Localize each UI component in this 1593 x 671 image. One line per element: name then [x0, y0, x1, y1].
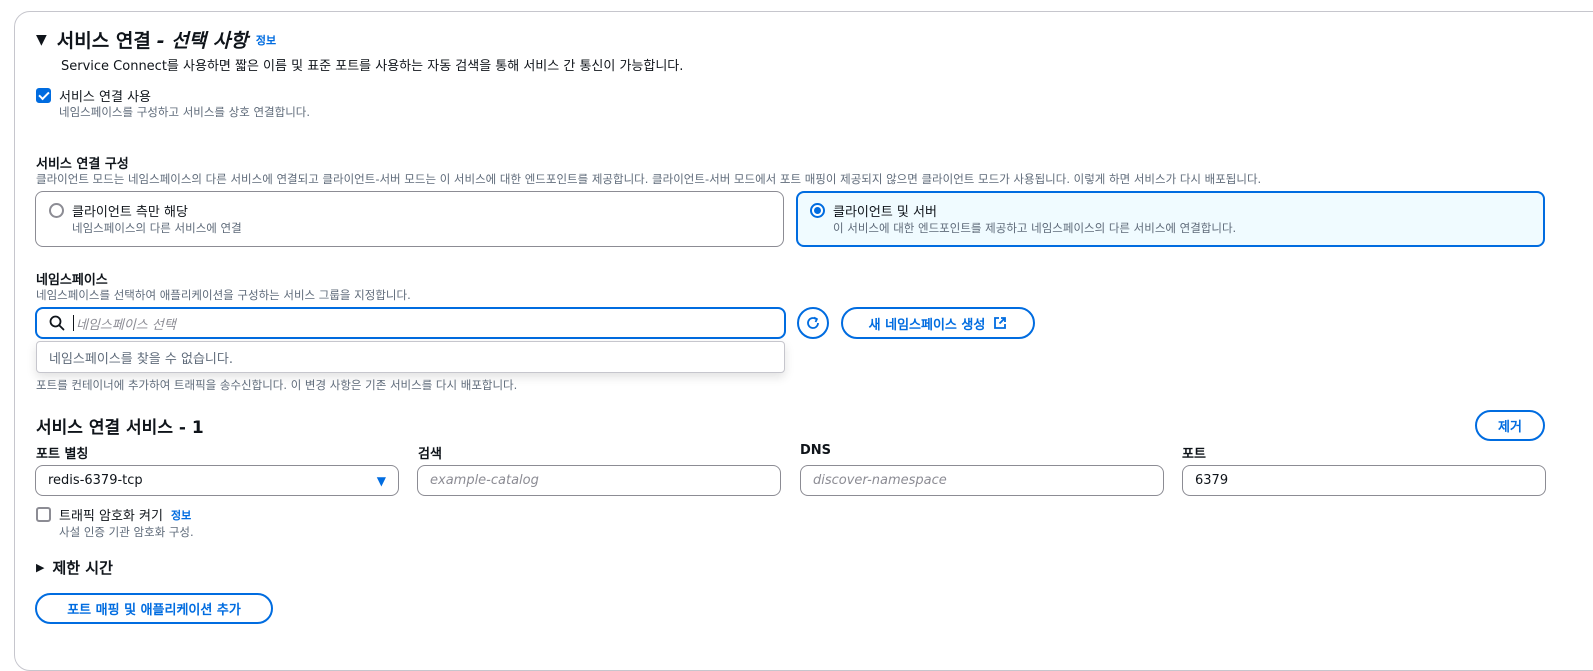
namespace-description: 네임스페이스를 선택하여 애플리케이션을 구성하는 서비스 그룹을 지정합니다.: [36, 288, 411, 302]
search-icon: [49, 315, 65, 331]
namespace-search-input[interactable]: 네임스페이스 선택: [35, 307, 786, 339]
namespace-dropdown-empty: 네임스페이스를 찾을 수 없습니다.: [36, 341, 785, 373]
section-header[interactable]: ▼ 서비스 연결 - 선택 사항 정보: [36, 26, 276, 53]
add-port-mapping-button[interactable]: 포트 매핑 및 애플리케이션 추가: [35, 593, 273, 624]
caret-down-icon: ▼: [376, 473, 386, 488]
config-option-client-server[interactable]: 클라이언트 및 서버 이 서비스에 대한 엔드포인트를 제공하고 네임스페이스의…: [796, 191, 1545, 247]
client-only-radio[interactable]: [49, 203, 64, 218]
tls-label-row: 트래픽 암호화 켜기 정보: [59, 505, 191, 525]
use-service-connect-label: 서비스 연결 사용: [59, 90, 151, 105]
create-namespace-label: 새 네임스페이스 생성: [868, 317, 986, 333]
section-title: 서비스 연결: [56, 30, 151, 52]
timeout-label: 제한 시간: [52, 559, 113, 577]
discovery-input[interactable]: example-catalog: [417, 465, 781, 496]
client-server-radio[interactable]: [810, 203, 825, 218]
discovery-label: 검색: [418, 447, 442, 462]
text-cursor: [73, 315, 74, 331]
caret-right-icon: ▶: [36, 561, 45, 574]
client-only-description: 네임스페이스의 다른 서비스에 연결: [72, 221, 242, 235]
refresh-icon: [807, 316, 819, 329]
info-link[interactable]: 정보: [256, 32, 276, 48]
config-option-client[interactable]: 클라이언트 측만 해당 네임스페이스의 다른 서비스에 연결: [35, 191, 784, 247]
dns-input[interactable]: discover-namespace: [800, 465, 1164, 496]
client-server-label: 클라이언트 및 서버: [833, 205, 937, 220]
create-namespace-button[interactable]: 새 네임스페이스 생성: [841, 307, 1035, 339]
refresh-button[interactable]: [797, 307, 829, 339]
section-title-optional: - 선택 사항: [156, 30, 248, 52]
config-description: 클라이언트 모드는 네임스페이스의 다른 서비스에 연결되고 클라이언트-서버 …: [36, 172, 1262, 186]
port-label: 포트: [1182, 447, 1206, 462]
port-alias-value: redis-6379-tcp: [48, 473, 143, 488]
dns-placeholder: discover-namespace: [813, 473, 947, 488]
tls-checkbox[interactable]: [36, 507, 51, 522]
tls-info-link[interactable]: 정보: [171, 507, 191, 523]
tls-label: 트래픽 암호화 켜기: [59, 509, 163, 524]
caret-down-icon[interactable]: ▼: [36, 32, 47, 48]
discovery-placeholder: example-catalog: [430, 473, 539, 488]
port-input[interactable]: 6379: [1182, 465, 1546, 496]
client-only-label: 클라이언트 측만 해당: [72, 205, 188, 220]
use-service-connect-description: 네임스페이스를 구성하고 서비스를 상호 연결합니다.: [59, 105, 311, 119]
timeout-expander[interactable]: ▶ 제한 시간: [36, 557, 113, 578]
port-alias-label: 포트 별칭: [36, 447, 89, 462]
section-description: Service Connect를 사용하면 짧은 이름 및 표준 포트를 사용하…: [61, 59, 684, 74]
use-service-connect-checkbox[interactable]: [36, 88, 51, 103]
port-alias-select[interactable]: redis-6379-tcp ▼: [35, 465, 399, 496]
port-mapping-note: 포트를 컨테이너에 추가하여 트래픽을 송수신합니다. 이 변경 사항은 기존 …: [36, 378, 518, 392]
namespace-label: 네임스페이스: [36, 273, 108, 288]
client-server-description: 이 서비스에 대한 엔드포인트를 제공하고 네임스페이스의 다른 서비스에 연결…: [833, 221, 1237, 235]
namespace-placeholder: 네임스페이스 선택: [76, 317, 176, 333]
remove-button[interactable]: 제거: [1475, 410, 1545, 441]
config-label: 서비스 연결 구성: [36, 157, 129, 172]
service-title: 서비스 연결 서비스 - 1: [36, 418, 204, 438]
external-link-icon: [994, 317, 1007, 329]
dns-label: DNS: [800, 443, 832, 458]
tls-description: 사설 인증 기관 암호화 구성.: [59, 525, 194, 539]
port-value: 6379: [1195, 473, 1229, 488]
